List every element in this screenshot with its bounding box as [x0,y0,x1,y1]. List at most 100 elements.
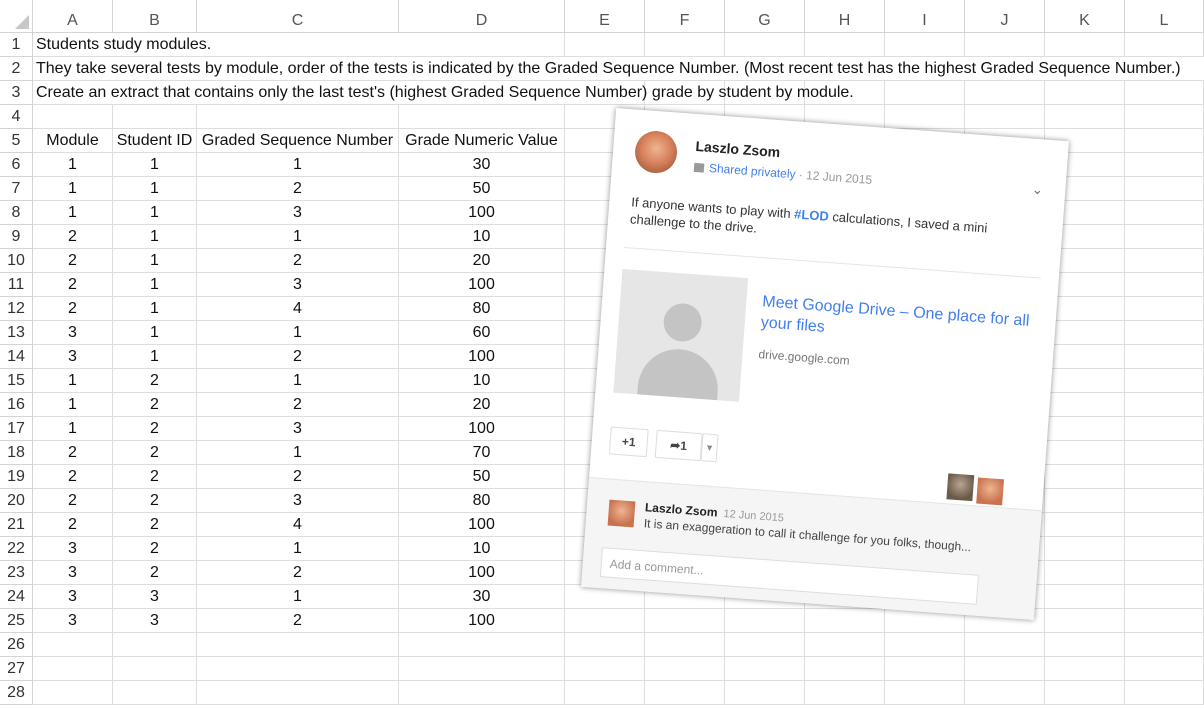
table-data-cell[interactable]: 100 [399,609,565,633]
table-data-cell[interactable]: 30 [399,153,565,177]
table-header-cell[interactable]: Graded Sequence Number [197,129,399,153]
table-data-cell[interactable]: 2 [113,465,197,489]
table-data-cell[interactable]: 2 [33,465,113,489]
table-data-cell[interactable]: 2 [33,225,113,249]
table-data-cell[interactable]: 2 [113,393,197,417]
cell[interactable] [885,681,965,705]
table-data-cell[interactable]: 1 [33,417,113,441]
cell[interactable] [725,657,805,681]
row-header-22[interactable]: 22 [0,537,33,561]
author-avatar[interactable] [633,129,679,175]
table-data-cell[interactable]: 20 [399,249,565,273]
table-data-cell[interactable]: 1 [113,273,197,297]
cell[interactable] [1045,81,1125,105]
cell[interactable] [1045,417,1125,441]
row-header-12[interactable]: 12 [0,297,33,321]
row-header-9[interactable]: 9 [0,225,33,249]
cell[interactable] [805,633,885,657]
cell[interactable] [965,657,1045,681]
table-data-cell[interactable]: 3 [197,417,399,441]
table-data-cell[interactable]: 3 [113,609,197,633]
cell[interactable] [1125,297,1204,321]
cell[interactable] [725,681,805,705]
cell[interactable] [885,33,965,57]
cell[interactable] [1125,249,1204,273]
table-data-cell[interactable]: 2 [33,273,113,297]
cell[interactable] [565,633,645,657]
table-data-cell[interactable]: 50 [399,177,565,201]
column-header-b[interactable]: B [113,0,197,33]
table-data-cell[interactable]: 2 [113,417,197,441]
row-header-27[interactable]: 27 [0,657,33,681]
cell[interactable] [33,657,113,681]
table-header-cell[interactable]: Module [33,129,113,153]
post-date[interactable]: 12 Jun 2015 [806,168,873,187]
cell[interactable] [885,633,965,657]
cell[interactable]: Create an extract that contains only the… [33,81,854,105]
cell[interactable] [33,105,113,129]
table-data-cell[interactable]: 10 [399,369,565,393]
chevron-down-icon[interactable]: ⌄ [1031,181,1044,199]
table-data-cell[interactable]: 1 [197,537,399,561]
table-data-cell[interactable]: 4 [197,513,399,537]
column-header-k[interactable]: K [1045,0,1125,33]
cell[interactable] [1045,609,1125,633]
cell[interactable] [399,681,565,705]
cell[interactable] [1125,657,1204,681]
row-header-20[interactable]: 20 [0,489,33,513]
table-data-cell[interactable]: 3 [33,585,113,609]
column-header-i[interactable]: I [885,0,965,33]
cell[interactable] [805,657,885,681]
table-data-cell[interactable]: 1 [113,249,197,273]
cell[interactable] [1125,345,1204,369]
row-header-26[interactable]: 26 [0,633,33,657]
cell[interactable] [33,633,113,657]
table-data-cell[interactable]: 80 [399,489,565,513]
cell[interactable] [965,105,1045,129]
cell[interactable] [645,33,725,57]
cell[interactable] [645,657,725,681]
cell[interactable] [1125,393,1204,417]
cell[interactable]: Students study modules. [33,33,211,57]
table-data-cell[interactable]: 100 [399,561,565,585]
cell[interactable] [113,657,197,681]
cell[interactable] [1045,441,1125,465]
hashtag-link[interactable]: #LOD [794,206,830,223]
cell[interactable] [1125,129,1204,153]
table-data-cell[interactable]: 2 [197,465,399,489]
row-header-15[interactable]: 15 [0,369,33,393]
cell[interactable] [645,609,725,633]
cell[interactable] [1045,393,1125,417]
column-header-d[interactable]: D [399,0,565,33]
table-data-cell[interactable]: 1 [197,585,399,609]
table-data-cell[interactable]: 2 [197,393,399,417]
table-data-cell[interactable]: 2 [197,177,399,201]
table-data-cell[interactable]: 1 [33,177,113,201]
cell[interactable] [1125,321,1204,345]
row-header-7[interactable]: 7 [0,177,33,201]
cell[interactable] [725,33,805,57]
table-data-cell[interactable]: 2 [33,441,113,465]
cell[interactable] [965,81,1045,105]
cell[interactable] [725,633,805,657]
row-header-2[interactable]: 2 [0,57,33,81]
cell[interactable] [1125,489,1204,513]
table-data-cell[interactable]: 1 [113,321,197,345]
table-header-cell[interactable]: Student ID [113,129,197,153]
table-data-cell[interactable]: 100 [399,513,565,537]
table-data-cell[interactable]: 1 [113,297,197,321]
link-thumbnail[interactable] [613,268,749,402]
table-data-cell[interactable]: 50 [399,465,565,489]
row-header-8[interactable]: 8 [0,201,33,225]
share-dropdown-button[interactable]: ▼ [700,433,719,463]
table-data-cell[interactable]: 2 [113,537,197,561]
cell[interactable] [1125,33,1204,57]
cell[interactable] [197,681,399,705]
cell[interactable] [1045,585,1125,609]
row-header-25[interactable]: 25 [0,609,33,633]
cell[interactable] [113,105,197,129]
table-data-cell[interactable]: 2 [113,513,197,537]
cell[interactable] [197,657,399,681]
table-data-cell[interactable]: 3 [197,273,399,297]
sharer-avatar[interactable] [946,473,975,502]
